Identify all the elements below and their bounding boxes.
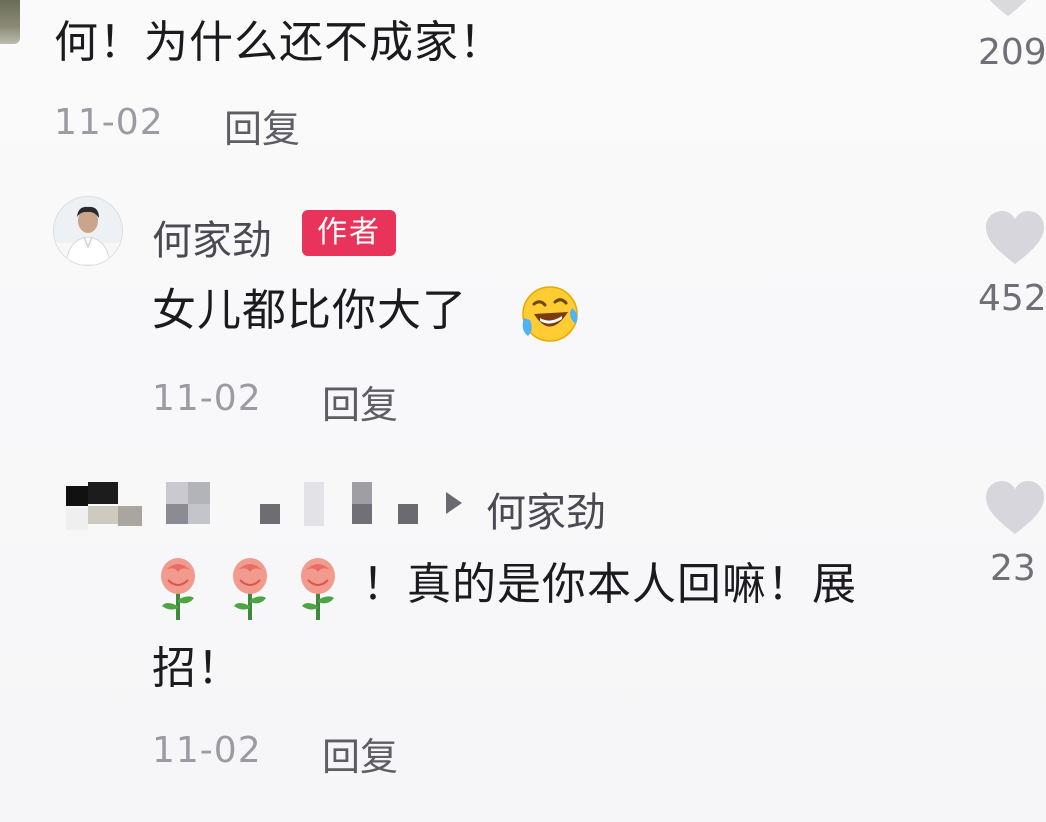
- comment-date: 11-02: [54, 102, 164, 143]
- reply-target-username[interactable]: 何家劲: [486, 480, 606, 538]
- rose-emoji: [161, 558, 195, 620]
- avatar-image: [54, 197, 122, 265]
- reply-button[interactable]: 回复: [322, 374, 398, 429]
- comment-text: ！真的是你本人回嘛！展: [362, 559, 857, 610]
- like-count: 209: [978, 32, 1046, 73]
- comment-text: 何！为什么还不成家！: [54, 17, 504, 68]
- heart-icon[interactable]: [978, 0, 1038, 22]
- comment-text: 女儿都比你大了: [152, 285, 467, 336]
- reply-arrow-icon: [446, 492, 462, 514]
- comment-date: 11-02: [152, 378, 262, 419]
- avatar[interactable]: [53, 196, 123, 266]
- heart-icon[interactable]: [984, 480, 1046, 536]
- comment-thread: 何！为什么还不成家！ 11-02 回复 209 何家劲 作者 女儿都比你大了 4…: [0, 0, 1046, 822]
- pixelated-username[interactable]: [66, 478, 446, 538]
- username[interactable]: 何家劲: [152, 208, 272, 266]
- heart-icon[interactable]: [984, 210, 1046, 266]
- avatar[interactable]: [0, 0, 20, 44]
- like-count: 23: [990, 548, 1036, 589]
- comment-date: 11-02: [152, 730, 262, 771]
- laughing-crying-emoji: [522, 286, 578, 342]
- rose-emoji: [233, 558, 267, 620]
- comment-text-continued: 招！: [152, 643, 242, 694]
- like-count: 452: [978, 278, 1046, 319]
- author-badge: 作者: [302, 210, 396, 256]
- rose-emoji: [301, 558, 335, 620]
- reply-button[interactable]: 回复: [322, 726, 398, 781]
- reply-button[interactable]: 回复: [224, 98, 300, 153]
